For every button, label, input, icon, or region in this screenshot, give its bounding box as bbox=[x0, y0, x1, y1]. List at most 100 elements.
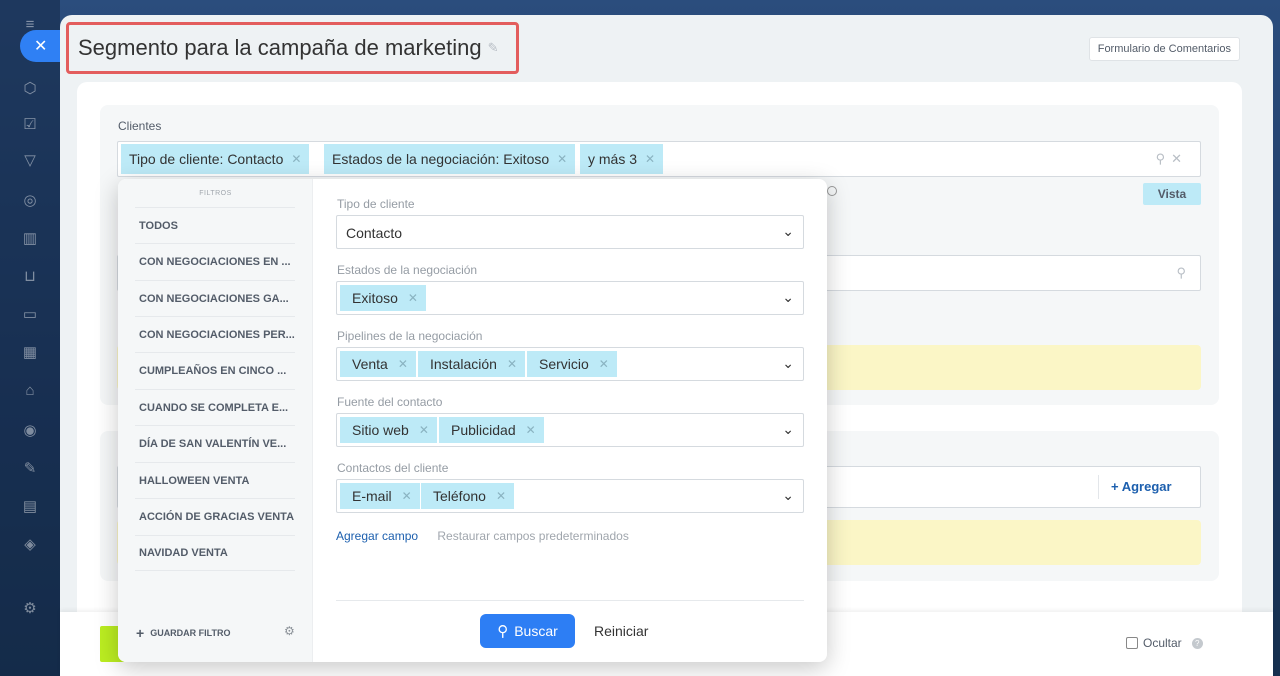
value-tag-label: Publicidad bbox=[451, 422, 516, 438]
search-icon: ⚲ bbox=[497, 623, 509, 640]
client-type-select[interactable]: Contacto ⌄ bbox=[336, 215, 804, 249]
filter-tag-more[interactable]: y más 3 ✕ bbox=[580, 144, 664, 174]
preset-item[interactable]: CON NEGOCIACIONES EN ... bbox=[135, 243, 295, 279]
value-tag-label: Instalación bbox=[430, 356, 497, 372]
field-label-deal-status: Estados de la negociación bbox=[337, 263, 478, 277]
chevron-down-icon: ⌄ bbox=[782, 421, 794, 437]
remove-tag-icon[interactable]: ✕ bbox=[291, 152, 301, 166]
remove-tag-icon[interactable]: ✕ bbox=[645, 152, 655, 166]
pipelines-select[interactable]: Venta ✕ Instalación ✕ Servicio ✕ ⌄ bbox=[336, 347, 804, 381]
save-filter-label: GUARDAR FILTRO bbox=[150, 628, 231, 638]
preset-item[interactable]: NAVIDAD VENTA bbox=[135, 535, 295, 571]
save-filter-button[interactable]: + GUARDAR FILTRO bbox=[136, 625, 231, 641]
search-icon: ⚲ bbox=[1176, 265, 1186, 280]
deal-status-select[interactable]: Exitoso ✕ ⌄ bbox=[336, 281, 804, 315]
clients-label: Clientes bbox=[118, 119, 162, 133]
robot-icon[interactable]: ◎ bbox=[20, 190, 40, 210]
settings-icon[interactable]: ⚙ bbox=[20, 598, 40, 618]
field-links: Agregar campo Restaurar campos predeterm… bbox=[336, 529, 629, 543]
hide-checkbox[interactable] bbox=[1126, 637, 1138, 649]
clear-icon[interactable]: ✕ bbox=[1171, 151, 1188, 166]
filter-tag-label: y más 3 bbox=[588, 151, 638, 167]
remove-tag-icon[interactable]: ✕ bbox=[402, 489, 412, 503]
presets-title: FILTROS bbox=[199, 190, 232, 197]
filter-funnel-icon[interactable]: ▽ bbox=[20, 150, 40, 170]
filter-tag-deal-status[interactable]: Estados de la negociación: Exitoso ✕ bbox=[324, 144, 576, 174]
value-tag[interactable]: Publicidad ✕ bbox=[439, 417, 544, 443]
preset-item[interactable]: DÍA DE SAN VALENTÍN VE... bbox=[135, 425, 295, 461]
value-tag[interactable]: Exitoso ✕ bbox=[340, 285, 426, 311]
reset-button[interactable]: Reiniciar bbox=[594, 623, 648, 639]
value-tag[interactable]: Teléfono ✕ bbox=[421, 483, 514, 509]
hide-label: Ocultar bbox=[1143, 636, 1182, 650]
feedback-form-button[interactable]: Formulario de Comentarios bbox=[1088, 37, 1240, 61]
store-icon[interactable]: ⌂ bbox=[20, 380, 40, 400]
contact-card-icon[interactable]: ▭ bbox=[20, 304, 40, 324]
value-tag-label: Sitio web bbox=[352, 422, 409, 438]
title-area: Segmento para la campaña de marketing ✎ bbox=[66, 22, 519, 74]
contact-source-select[interactable]: Sitio web ✕ Publicidad ✕ ⌄ bbox=[336, 413, 804, 447]
field-label-contact-source: Fuente del contacto bbox=[337, 395, 443, 409]
remove-tag-icon[interactable]: ✕ bbox=[507, 357, 517, 371]
cart-icon[interactable]: ⊔ bbox=[20, 266, 40, 286]
chevron-down-icon: ⌄ bbox=[782, 289, 794, 305]
sign-icon[interactable]: ✎ bbox=[20, 458, 40, 478]
page-title: Segmento para la campaña de marketing bbox=[78, 35, 482, 60]
analytics-icon[interactable]: ▥ bbox=[20, 228, 40, 248]
hide-option[interactable]: Ocultar ? bbox=[1126, 636, 1203, 650]
clients-filter-input[interactable]: Tipo de cliente: Contacto ✕ Estados de l… bbox=[117, 141, 1201, 177]
remove-tag-icon[interactable]: ✕ bbox=[557, 152, 567, 166]
preset-item[interactable]: CON NEGOCIACIONES PER... bbox=[135, 316, 295, 352]
chevron-down-icon: ⌄ bbox=[782, 223, 794, 239]
value-tag[interactable]: Sitio web ✕ bbox=[340, 417, 437, 443]
hexagon-icon[interactable]: ⬡ bbox=[20, 78, 40, 98]
remove-tag-icon[interactable]: ✕ bbox=[496, 489, 506, 503]
remove-tag-icon[interactable]: ✕ bbox=[408, 291, 418, 305]
value-tag-label: E-mail bbox=[352, 488, 392, 504]
add-button[interactable]: + Agregar bbox=[1111, 479, 1172, 494]
remove-tag-icon[interactable]: ✕ bbox=[599, 357, 609, 371]
value-tag-label: Venta bbox=[352, 356, 388, 372]
value-tag[interactable]: E-mail ✕ bbox=[340, 483, 420, 509]
preset-item[interactable]: CON NEGOCIACIONES GA... bbox=[135, 280, 295, 316]
tasks-icon[interactable]: ☑ bbox=[20, 114, 40, 134]
search-button[interactable]: ⚲ Buscar bbox=[480, 614, 575, 648]
preset-item[interactable]: HALLOWEEN VENTA bbox=[135, 462, 295, 498]
divider bbox=[336, 600, 804, 601]
field-label-client-contacts: Contactos del cliente bbox=[337, 461, 449, 475]
value-tag-label: Servicio bbox=[539, 356, 589, 372]
search-button-label: Buscar bbox=[514, 623, 558, 639]
edit-pencil-icon[interactable]: ✎ bbox=[488, 40, 499, 56]
document-icon[interactable]: ▤ bbox=[20, 496, 40, 516]
target-icon[interactable]: ◉ bbox=[20, 420, 40, 440]
search-icon[interactable]: ⚲ bbox=[1156, 151, 1172, 166]
restore-default-fields-link[interactable]: Restaurar campos predeterminados bbox=[437, 529, 628, 543]
preset-item[interactable]: CUANDO SE COMPLETA E... bbox=[135, 389, 295, 425]
divider bbox=[1098, 475, 1099, 499]
box-icon[interactable]: ◈ bbox=[20, 534, 40, 554]
value-tag[interactable]: Instalación ✕ bbox=[418, 351, 525, 377]
add-field-link[interactable]: Agregar campo bbox=[336, 529, 418, 543]
calendar-icon[interactable]: ▦ bbox=[20, 342, 40, 362]
remove-tag-icon[interactable]: ✕ bbox=[526, 423, 536, 437]
value-tag[interactable]: Servicio ✕ bbox=[527, 351, 617, 377]
chevron-down-icon: ⌄ bbox=[782, 355, 794, 371]
preset-item[interactable]: ACCIÓN DE GRACIAS VENTA bbox=[135, 498, 295, 534]
preset-item[interactable]: TODOS bbox=[135, 207, 295, 243]
remove-tag-icon[interactable]: ✕ bbox=[419, 423, 429, 437]
client-type-value: Contacto bbox=[346, 225, 403, 241]
remove-tag-icon[interactable]: ✕ bbox=[398, 357, 408, 371]
field-label-pipelines: Pipelines de la negociación bbox=[337, 329, 483, 343]
plus-icon: + bbox=[136, 625, 145, 641]
preset-item[interactable]: CUMPLEAÑOS EN CINCO ... bbox=[135, 352, 295, 388]
value-tag[interactable]: Venta ✕ bbox=[340, 351, 416, 377]
filter-tag-client-type[interactable]: Tipo de cliente: Contacto ✕ bbox=[121, 144, 310, 174]
filter-presets-panel: FILTROS TODOS CON NEGOCIACIONES EN ... C… bbox=[118, 179, 313, 662]
help-icon[interactable]: ? bbox=[1191, 637, 1203, 649]
close-icon: ✕ bbox=[34, 38, 48, 55]
field-label-client-type: Tipo de cliente bbox=[337, 197, 415, 211]
gear-icon[interactable]: ⚙ bbox=[284, 624, 295, 638]
client-contacts-select[interactable]: E-mail ✕ Teléfono ✕ ⌄ bbox=[336, 479, 804, 513]
view-button[interactable]: Vista bbox=[1143, 183, 1201, 205]
value-tag-label: Exitoso bbox=[352, 290, 398, 306]
